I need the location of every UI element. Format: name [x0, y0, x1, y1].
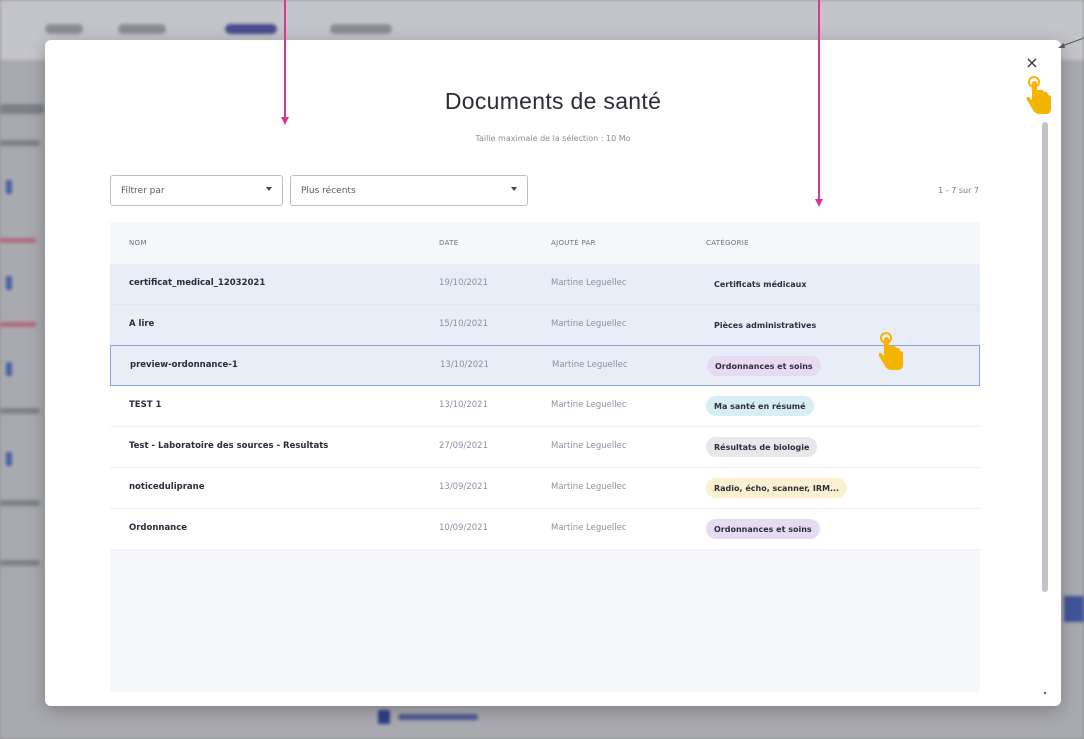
background-tab: [45, 24, 83, 34]
background-sidebar-marker: [6, 180, 12, 194]
table-row[interactable]: noticeduliprane 13/09/2021 Martine Legue…: [110, 468, 980, 509]
close-icon[interactable]: ×: [1025, 53, 1038, 72]
category-badge: Ma santé en résumé: [706, 396, 814, 416]
table-row[interactable]: Ordonnance 10/09/2021 Martine Leguellec …: [110, 509, 980, 550]
sort-select[interactable]: Plus récents: [290, 175, 528, 206]
table-row[interactable]: Test - Laboratoire des sources - Resulta…: [110, 427, 980, 468]
document-name: TEST 1: [129, 400, 162, 410]
table-header: NOM DATE AJOUTÉ PAR CATÉGORIE: [110, 222, 980, 264]
annotation-arrow-line: [818, 0, 820, 200]
document-date: 15/10/2021: [439, 319, 488, 329]
background-sidebar-marker: [6, 276, 12, 290]
column-header-name: NOM: [129, 239, 147, 247]
background-sidebar-heading: [0, 104, 44, 114]
document-name: certificat_medical_12032021: [129, 278, 266, 288]
document-date: 10/09/2021: [439, 523, 488, 533]
hand-pointer-icon: [878, 332, 903, 370]
background-button: [1064, 596, 1084, 622]
category-badge: Radio, écho, scanner, IRM...: [706, 478, 848, 498]
document-date: 27/09/2021: [439, 441, 488, 451]
health-documents-modal: × Documents de santé Taille maximale de …: [45, 40, 1061, 706]
document-name: noticeduliprane: [129, 482, 205, 492]
document-icon: [378, 710, 390, 724]
close-button[interactable]: ×: [1023, 54, 1041, 72]
document-added-by: Martine Leguellec: [551, 319, 627, 329]
background-tab-active: [225, 24, 277, 34]
background-sidebar-alert: [0, 238, 36, 243]
background-tab: [330, 24, 392, 34]
background-sidebar-line: [0, 500, 40, 506]
table-row[interactable]: A lire 15/10/2021 Martine Leguellec Pièc…: [110, 305, 980, 346]
modal-subtitle: Taille maximale de la sélection : 10 Mo: [475, 134, 631, 143]
annotation-arrow-line: [284, 0, 286, 118]
sort-select-value: Plus récents: [301, 185, 356, 196]
document-added-by: Martine Leguellec: [551, 400, 627, 410]
annotation-pointer-line: [1058, 37, 1084, 48]
document-added-by: Martine Leguellec: [551, 523, 627, 533]
document-added-by: Martine Leguellec: [551, 482, 627, 492]
document-date: 13/09/2021: [439, 482, 488, 492]
column-header-added-by: AJOUTÉ PAR: [551, 239, 596, 247]
document-name: Test - Laboratoire des sources - Resulta…: [129, 441, 329, 451]
background-sidebar-alert: [0, 322, 36, 327]
category-badge: Résultats de biologie: [706, 437, 818, 457]
category-badge: Certificats médicaux: [706, 274, 815, 294]
background-sidebar-line: [0, 408, 40, 414]
pagination-count: 1 - 7 sur 7: [938, 186, 979, 195]
annotation-arrow-head: [815, 199, 823, 207]
column-header-date: DATE: [439, 239, 459, 247]
background-bottom-item: [378, 708, 488, 726]
document-name: preview-ordonnance-1: [130, 360, 238, 370]
column-header-category: CATÉGORIE: [706, 239, 749, 247]
scroll-down-icon[interactable]: ▾: [1041, 690, 1049, 698]
annotation-arrow-head: [281, 117, 289, 125]
filter-select-label: Filtrer par: [121, 185, 165, 196]
hand-pointer-icon: [1026, 76, 1051, 114]
background-sidebar-marker: [6, 452, 12, 466]
table-row-hovered[interactable]: preview-ordonnance-1 13/10/2021 Martine …: [110, 345, 980, 386]
document-added-by: Martine Leguellec: [551, 441, 627, 451]
chevron-down-icon: [511, 187, 517, 191]
document-date: 13/10/2021: [440, 360, 489, 370]
document-name: Ordonnance: [129, 523, 188, 533]
scrollbar-thumb[interactable]: [1042, 122, 1048, 592]
modal-scrollbar[interactable]: ▾: [1041, 122, 1049, 697]
document-date: 13/10/2021: [439, 400, 488, 410]
background-sidebar-line: [0, 560, 40, 566]
chevron-down-icon: [266, 187, 272, 191]
background-sidebar-marker: [6, 362, 12, 376]
table-row[interactable]: TEST 1 13/10/2021 Martine Leguellec Ma s…: [110, 386, 980, 427]
documents-table: NOM DATE AJOUTÉ PAR CATÉGORIE certificat…: [110, 222, 980, 692]
document-name: A lire: [129, 319, 155, 329]
modal-title: Documents de santé: [444, 88, 662, 114]
filter-select[interactable]: Filtrer par: [110, 175, 283, 206]
category-badge: Pièces administratives: [706, 315, 825, 335]
document-date: 19/10/2021: [439, 278, 488, 288]
category-badge: Ordonnances et soins: [707, 356, 821, 376]
document-added-by: Martine Leguellec: [551, 278, 627, 288]
category-badge: Ordonnances et soins: [706, 519, 820, 539]
background-sidebar-line: [0, 140, 40, 146]
background-tab: [118, 24, 166, 34]
table-row[interactable]: certificat_medical_12032021 19/10/2021 M…: [110, 264, 980, 305]
document-added-by: Martine Leguellec: [552, 360, 628, 370]
